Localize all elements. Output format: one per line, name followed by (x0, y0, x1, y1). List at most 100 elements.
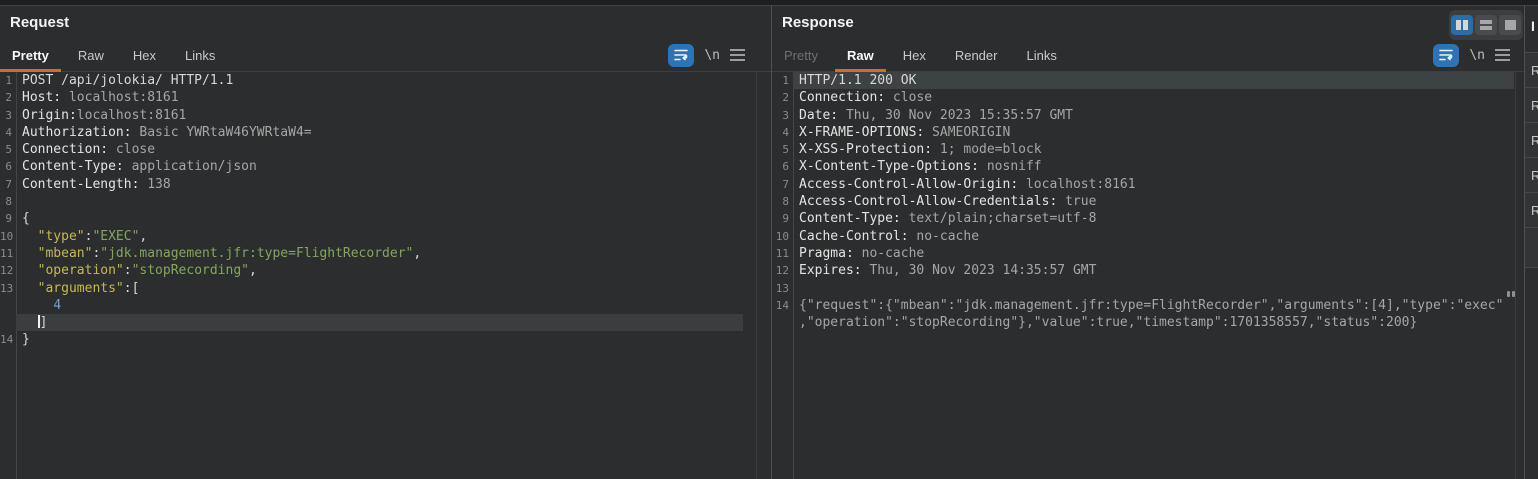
response-tab-toolbar: \n (1433, 42, 1510, 68)
request-panel-title: Request (10, 14, 69, 31)
response-panel: Response PrettyRawHexRenderLinks \n 1HTT… (772, 6, 1524, 479)
code-text: X-Content-Type-Options: nosniff (793, 158, 1042, 175)
line-number: 12 (0, 262, 16, 279)
line-number: 10 (0, 228, 16, 245)
code-text: } (16, 331, 30, 348)
newline-display-toggle[interactable]: \n (704, 48, 720, 63)
line-number: 4 (772, 124, 793, 141)
line-number: 9 (772, 210, 793, 227)
code-text: X-XSS-Protection: 1; mode=block (793, 141, 1042, 158)
newline-display-toggle[interactable]: \n (1469, 48, 1485, 63)
line-number: 3 (0, 107, 16, 124)
line-number: 3 (772, 107, 793, 124)
line-number: 9 (0, 210, 16, 227)
code-text: Content-Type: text/plain;charset=utf-8 (793, 210, 1096, 227)
tab-raw[interactable]: Raw (835, 48, 886, 71)
code-text: Content-Type: application/json (16, 158, 257, 175)
response-editor[interactable]: 1HTTP/1.1 200 OK2Connection: close3Date:… (772, 72, 1524, 479)
line-number: 7 (0, 176, 16, 193)
code-line: 3Date: Thu, 30 Nov 2023 15:35:57 GMT (772, 107, 1524, 124)
editor-menu-icon[interactable] (1495, 45, 1510, 65)
line-number: 1 (772, 72, 793, 89)
tab-pretty: Pretty (772, 48, 830, 71)
inspector-section[interactable]: R (1525, 123, 1538, 158)
code-line: 2Host: localhost:8161 (0, 89, 771, 106)
code-line: 8 (0, 193, 771, 210)
code-text (793, 280, 799, 297)
line-number: 10 (772, 228, 793, 245)
code-line: 14} (0, 331, 771, 348)
line-number: 13 (772, 280, 793, 297)
line-number: 13 (0, 280, 16, 297)
layout-single-button[interactable] (1499, 15, 1521, 35)
word-wrap-toggle-button[interactable] (1433, 44, 1459, 67)
code-text: "mbean":"jdk.management.jfr:type=FlightR… (16, 245, 421, 262)
code-line: 3Origin:localhost:8161 (0, 107, 771, 124)
tab-pretty[interactable]: Pretty (0, 48, 61, 71)
code-text: HTTP/1.1 200 OK (793, 72, 916, 89)
editor-menu-icon[interactable] (730, 45, 745, 65)
code-line: ] (0, 314, 771, 331)
code-line: 1HTTP/1.1 200 OK (772, 72, 1524, 89)
code-text: Connection: close (793, 89, 932, 106)
code-line: 1POST /api/jolokia/ HTTP/1.1 (0, 72, 771, 89)
tab-render[interactable]: Render (943, 48, 1010, 71)
code-text: Access-Control-Allow-Credentials: true (793, 193, 1096, 210)
word-wrap-toggle-button[interactable] (668, 44, 694, 67)
request-editor[interactable]: 1POST /api/jolokia/ HTTP/1.12Host: local… (0, 72, 771, 479)
divider-drag-handle[interactable] (1507, 291, 1515, 297)
code-line: 7Content-Length: 138 (0, 176, 771, 193)
code-line: 8Access-Control-Allow-Credentials: true (772, 193, 1524, 210)
layout-columns-button[interactable] (1451, 15, 1473, 35)
code-text: "arguments":[ (16, 280, 139, 297)
code-text: 4 (16, 297, 61, 314)
response-tabbar: PrettyRawHexRenderLinks (772, 40, 1524, 72)
line-number (772, 314, 793, 331)
request-panel: Request PrettyRawHexLinks \n 1POST /api/… (0, 6, 771, 479)
code-line: 13 "arguments":[ (0, 280, 771, 297)
code-text: Expires: Thu, 30 Nov 2023 14:35:57 GMT (793, 262, 1096, 279)
layout-rows-button[interactable] (1475, 15, 1497, 35)
code-line: 5X-XSS-Protection: 1; mode=block (772, 141, 1524, 158)
tab-hex[interactable]: Hex (121, 48, 168, 71)
line-number: 11 (772, 245, 793, 262)
code-text: Access-Control-Allow-Origin: localhost:8… (793, 176, 1136, 193)
line-number: 12 (772, 262, 793, 279)
line-number: 2 (772, 89, 793, 106)
request-tabbar: PrettyRawHexLinks (0, 40, 771, 72)
line-number: 7 (772, 176, 793, 193)
code-line: 4Authorization: Basic YWRtaW46YWRtaW4= (0, 124, 771, 141)
line-number: 4 (0, 124, 16, 141)
inspector-section[interactable]: R (1525, 53, 1538, 88)
inspector-section[interactable]: R (1525, 193, 1538, 228)
line-number: 6 (0, 158, 16, 175)
tab-raw[interactable]: Raw (66, 48, 116, 71)
line-number: 11 (0, 245, 16, 262)
code-text: X-FRAME-OPTIONS: SAMEORIGIN (793, 124, 1010, 141)
inspector-section[interactable]: R (1525, 158, 1538, 193)
code-line: 13 (772, 280, 1524, 297)
layout-toggle-group (1449, 10, 1523, 40)
code-text: ,"operation":"stopRecording"},"value":tr… (793, 314, 1417, 331)
code-line: 11Pragma: no-cache (772, 245, 1524, 262)
line-number: 8 (0, 193, 16, 210)
code-line: 10Cache-Control: no-cache (772, 228, 1524, 245)
word-wrap-icon (673, 48, 689, 62)
line-number (0, 314, 16, 331)
tab-links[interactable]: Links (1014, 48, 1068, 71)
code-text (16, 193, 22, 210)
code-line: 7Access-Control-Allow-Origin: localhost:… (772, 176, 1524, 193)
tab-links[interactable]: Links (173, 48, 227, 71)
code-line: 12 "operation":"stopRecording", (0, 262, 771, 279)
line-number: 6 (772, 158, 793, 175)
code-text: Pragma: no-cache (793, 245, 924, 262)
line-number: 8 (772, 193, 793, 210)
code-text: { (16, 210, 30, 227)
inspector-section[interactable]: R (1525, 88, 1538, 123)
line-number: 14 (0, 331, 16, 348)
line-number: 5 (772, 141, 793, 158)
code-text: Content-Length: 138 (16, 176, 171, 193)
tab-hex[interactable]: Hex (891, 48, 938, 71)
inspector-section[interactable] (1525, 228, 1538, 268)
request-tab-toolbar: \n (668, 42, 745, 68)
